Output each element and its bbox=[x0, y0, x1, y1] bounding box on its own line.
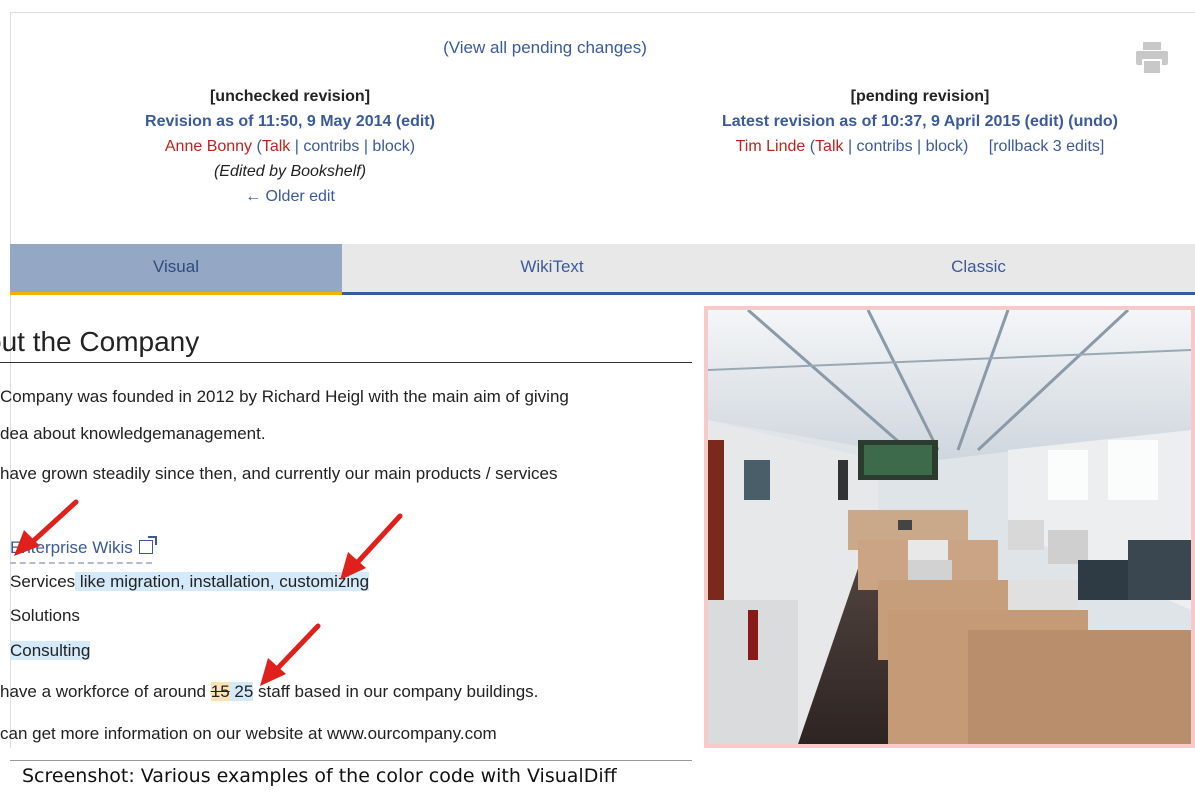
red-arrow-icon bbox=[260, 623, 321, 686]
content-divider bbox=[10, 760, 692, 761]
deleted-text: 15 bbox=[210, 682, 230, 701]
pending-revision-label: [pending revision] bbox=[850, 88, 990, 105]
paragraph-text: have a workforce of around bbox=[0, 682, 211, 701]
inserted-text: 25 bbox=[229, 682, 254, 701]
tab-visual[interactable]: Visual bbox=[10, 244, 342, 295]
right-paren-close: ) bbox=[962, 138, 969, 155]
paragraph-text: have grown steadily since then, and curr… bbox=[0, 464, 558, 483]
paragraph-text: dea about knowledgemanagement. bbox=[0, 424, 266, 443]
left-user-link[interactable]: Anne Bonny bbox=[165, 138, 252, 155]
left-revision-info: [unchecked revision] Revision as of 11:5… bbox=[10, 84, 570, 209]
changed-link-underline bbox=[10, 562, 152, 564]
left-block-link[interactable]: block bbox=[372, 138, 409, 155]
right-sep: | bbox=[912, 138, 926, 155]
left-sep: | bbox=[290, 138, 304, 155]
undo-link[interactable]: (undo) bbox=[1068, 113, 1118, 130]
red-arrow-icon bbox=[14, 499, 79, 556]
paragraph-text: can get more information on our website … bbox=[0, 724, 497, 743]
edited-by-note: (Edited by Bookshelf) bbox=[213, 163, 367, 180]
left-edit-link[interactable]: (edit) bbox=[396, 113, 435, 130]
external-link-icon bbox=[138, 536, 157, 554]
list-item: Consulting bbox=[10, 641, 91, 661]
left-revision-title[interactable]: Revision as of 11:50, 9 May 2014 bbox=[145, 113, 391, 130]
left-talk-link[interactable]: Talk bbox=[262, 138, 290, 155]
diff-view-tabs: Visual WikiText Classic bbox=[10, 244, 1195, 295]
right-paren-open: ( bbox=[805, 138, 816, 155]
rollback-link[interactable]: [rollback 3 edits] bbox=[989, 138, 1105, 155]
image-caption: Screenshot: Various examples of the colo… bbox=[22, 765, 617, 787]
right-revision-info: [pending revision] Latest revision as of… bbox=[640, 84, 1195, 159]
inserted-text: Consulting bbox=[10, 641, 91, 660]
right-sep: | bbox=[843, 138, 857, 155]
left-contribs-link[interactable]: contribs bbox=[303, 138, 359, 155]
left-sep: | bbox=[359, 138, 373, 155]
unchecked-revision-label: [unchecked revision] bbox=[209, 88, 371, 105]
right-block-link[interactable]: block bbox=[926, 138, 963, 155]
page-heading: out the Company bbox=[0, 326, 200, 357]
right-talk-link[interactable]: Talk bbox=[815, 138, 843, 155]
red-arrow-icon bbox=[340, 513, 403, 580]
office-photo bbox=[704, 306, 1195, 748]
left-paren-open: ( bbox=[252, 138, 262, 155]
office-photo-image bbox=[708, 310, 1191, 744]
tab-classic[interactable]: Classic bbox=[762, 244, 1195, 292]
list-item: Services like migration, installation, c… bbox=[10, 572, 370, 592]
list-item-text: Services bbox=[10, 572, 76, 591]
view-pending-changes-link[interactable]: (View all pending changes) bbox=[0, 38, 1090, 58]
left-paren-close: ) bbox=[409, 138, 416, 155]
right-revision-title[interactable]: Latest revision as of 10:37, 9 April 201… bbox=[722, 113, 1020, 130]
right-contribs-link[interactable]: contribs bbox=[857, 138, 913, 155]
paragraph-text: Company was founded in 2012 by Richard H… bbox=[0, 387, 569, 406]
heading-underline bbox=[0, 362, 692, 363]
list-item: Solutions bbox=[10, 606, 80, 625]
right-user-link[interactable]: Tim Linde bbox=[736, 138, 806, 155]
tab-wikitext[interactable]: WikiText bbox=[342, 244, 762, 292]
printer-icon[interactable] bbox=[1134, 40, 1170, 76]
right-edit-link[interactable]: (edit) bbox=[1025, 113, 1064, 130]
inserted-text: like migration, installation, customizin… bbox=[75, 572, 370, 591]
older-edit-link[interactable]: ← Older edit bbox=[10, 184, 570, 209]
